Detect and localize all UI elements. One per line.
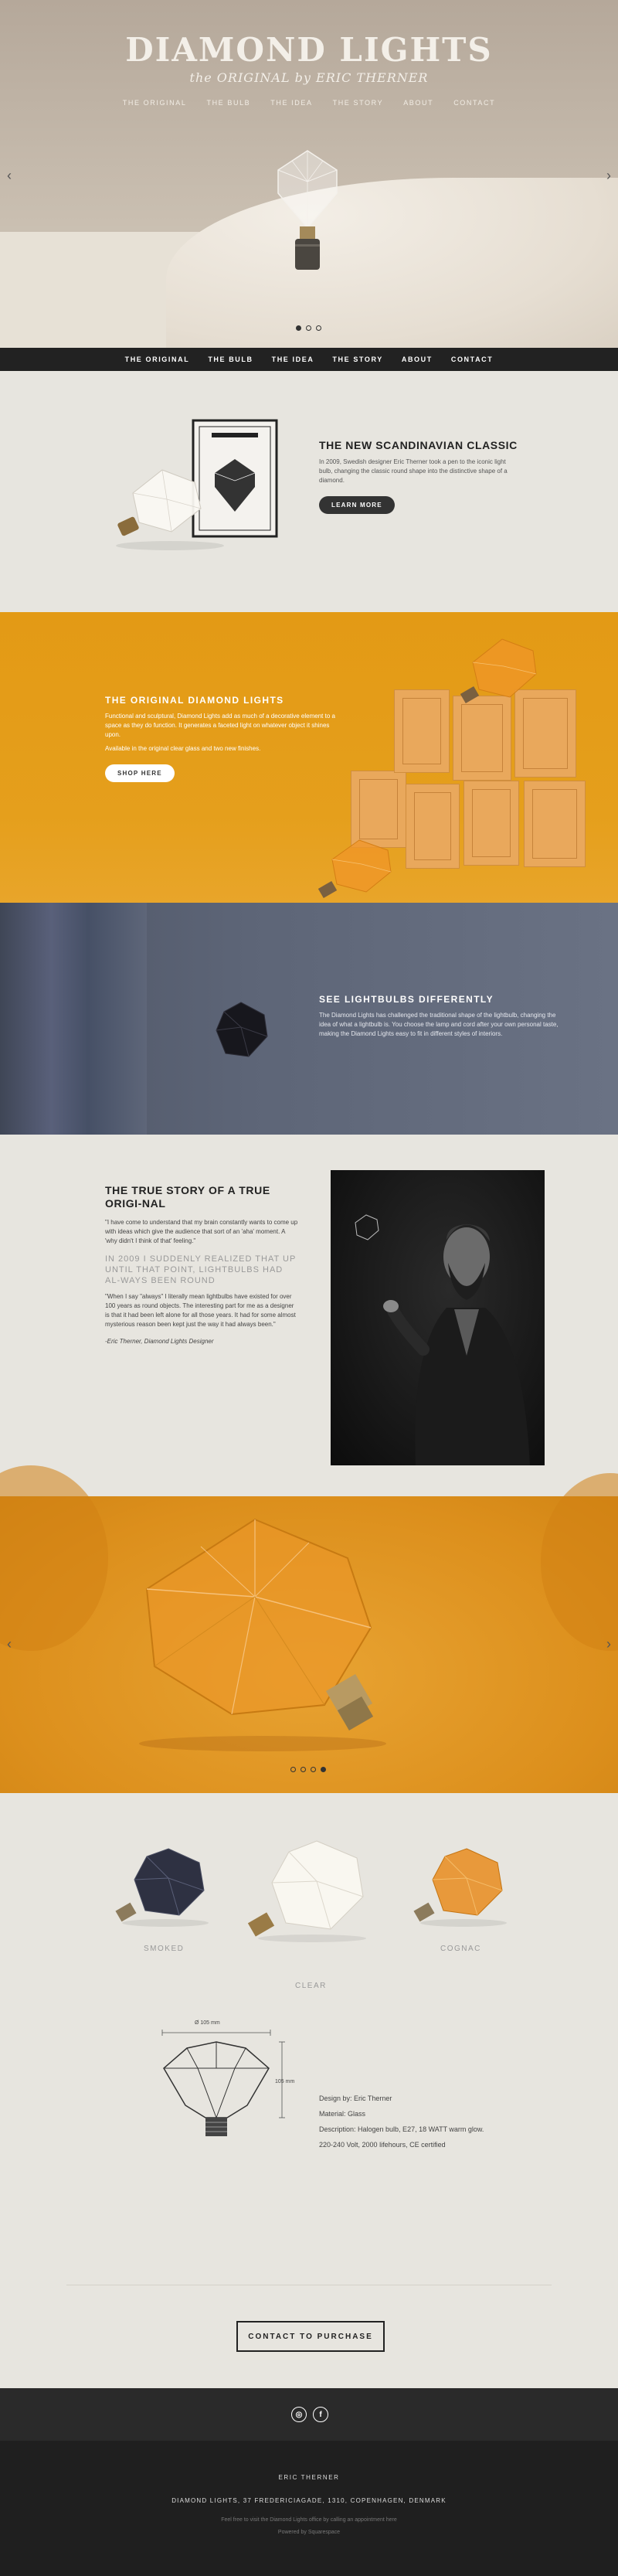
product-box [524, 781, 586, 867]
variant-label-smoked: SMOKED [144, 1945, 185, 1953]
nav-about[interactable]: ABOUT [402, 356, 433, 363]
cognac-bulb-image [139, 1518, 386, 1751]
nav-the-bulb[interactable]: THE BULB [208, 356, 253, 363]
main-nav: THE ORIGINAL THE BULB THE IDEA THE STORY… [0, 348, 618, 371]
spec-description: Description: Halogen bulb, E27, 18 WATT … [319, 2125, 484, 2133]
nav-the-original[interactable]: THE ORIGINAL [125, 356, 190, 363]
brand-title: DIAMOND LIGHTS [125, 31, 493, 69]
clear-variant-image [247, 1840, 366, 1942]
learn-more-button[interactable]: LEARN MORE [319, 496, 395, 514]
brand-subtitle: the ORIGINAL by ERIC THERNER [189, 70, 429, 85]
classic-title: THE NEW SCANDINAVIAN CLASSIC [319, 439, 518, 451]
product-box [394, 689, 450, 773]
hero-nav-contact[interactable]: CONTACT [453, 99, 495, 107]
slider-dot-2[interactable] [301, 1767, 306, 1772]
section-see-differently: SEE LIGHTBULBS DIFFERENTLY The Diamond L… [0, 903, 618, 1135]
curtain [0, 903, 147, 1135]
original-title: THE ORIGINAL DIAMOND LIGHTS [105, 695, 284, 706]
section-cta: CONTACT TO PURCHASE [0, 2265, 618, 2388]
nav-the-idea[interactable]: THE IDEA [272, 356, 314, 363]
classic-text: THE NEW SCANDINAVIAN CLASSIC In 2009, Sw… [319, 439, 520, 514]
dim-height-label: 105 mm [275, 2079, 295, 2084]
story-quote-2: "When I say "always" I literally mean li… [105, 1293, 296, 1328]
see-body: The Diamond Lights has challenged the tr… [319, 1012, 559, 1037]
designer-portrait [355, 1214, 530, 1465]
facebook-icon[interactable]: f [313, 2407, 328, 2422]
spec-material: Material: Glass [319, 2110, 366, 2118]
cognac-variant-image [413, 1848, 507, 1927]
hero-next-arrow[interactable]: › [603, 167, 615, 184]
original-body-2: Available in the original clear glass an… [105, 745, 261, 752]
page: DIAMOND LIGHTS the ORIGINAL by ERIC THER… [0, 0, 618, 2576]
footer-note[interactable]: Feel free to visit the Diamond Lights of… [0, 2517, 618, 2523]
dim-width-label: Ø 105 mm [195, 2020, 220, 2026]
hero-nav-the-idea[interactable]: THE IDEA [270, 99, 312, 107]
hero-bulb-image [277, 150, 338, 270]
hero-nav-the-bulb[interactable]: THE BULB [206, 99, 250, 107]
orange-bulb-image [317, 839, 392, 899]
slider-prev-arrow[interactable]: ‹ [3, 1635, 15, 1652]
see-title: SEE LIGHTBULBS DIFFERENTLY [319, 994, 494, 1005]
slider-dots [290, 1767, 326, 1772]
section-story: THE TRUE STORY OF A TRUE ORIGI-NAL "I ha… [0, 1135, 618, 1496]
footer-powered[interactable]: Powered by Squarespace [0, 2530, 618, 2535]
orange-bulb-image [460, 638, 537, 704]
spec-list: Design by: Eric Therner Material: Glass … [319, 2094, 535, 2156]
spec-designer: Design by: Eric Therner [319, 2094, 392, 2102]
slider-dot-4[interactable] [321, 1767, 326, 1772]
product-box [464, 781, 519, 866]
product-box-image [116, 419, 278, 550]
slider-dot-1[interactable] [290, 1767, 296, 1772]
contact-to-purchase-button[interactable]: CONTACT TO PURCHASE [236, 2321, 385, 2352]
story-quote-1: "I have come to understand that my brain… [105, 1219, 298, 1244]
story-title: THE TRUE STORY OF A TRUE ORIGI-NAL [105, 1184, 270, 1210]
slider-next-arrow[interactable]: › [603, 1635, 615, 1652]
variant-label-clear: CLEAR [295, 1982, 327, 1990]
classic-body: In 2009, Swedish designer Eric Therner t… [319, 458, 508, 484]
footer-name: ERIC THERNER [278, 2474, 340, 2481]
brand-logo[interactable]: DIAMOND LIGHTS the ORIGINAL by ERIC THER… [0, 31, 618, 85]
bulb-technical-drawing [161, 2030, 285, 2136]
slider-dot-3[interactable] [311, 1767, 316, 1772]
section-original: THE ORIGINAL DIAMOND LIGHTS Functional a… [0, 612, 618, 903]
story-highlight: IN 2009 I SUDDENLY REALIZED THAT UP UNTI… [105, 1254, 297, 1285]
original-body: Functional and sculptural, Diamond Light… [105, 713, 335, 738]
smoked-variant-image [115, 1848, 209, 1927]
designer-photo [331, 1170, 545, 1465]
variant-label-cognac: COGNAC [440, 1945, 481, 1953]
hero-nav-the-story[interactable]: THE STORY [333, 99, 384, 107]
hero-dot-3[interactable] [316, 325, 321, 331]
original-text: THE ORIGINAL DIAMOND LIGHTS Functional a… [105, 695, 337, 782]
bulb-slider: ‹ › [0, 1465, 618, 1793]
hero-nav-about[interactable]: ABOUT [403, 99, 433, 107]
hero-slider: DIAMOND LIGHTS the ORIGINAL by ERIC THER… [0, 0, 618, 363]
hero-dots [296, 325, 321, 331]
social-bar: ◎ f [0, 2388, 618, 2441]
footer: ERIC THERNER DIAMOND LIGHTS, 37 FREDERIC… [0, 2441, 618, 2576]
story-text: THE TRUE STORY OF A TRUE ORIGI-NAL "I ha… [105, 1184, 298, 1346]
nav-the-story[interactable]: THE STORY [332, 356, 382, 363]
footer-address: DIAMOND LIGHTS, 37 FREDERICIAGADE, 1310,… [171, 2497, 447, 2504]
spec-power: 220-240 Volt, 2000 lifehours, CE certifi… [319, 2141, 446, 2149]
hero-nav-the-original[interactable]: THE ORIGINAL [123, 99, 187, 107]
instagram-icon[interactable]: ◎ [291, 2407, 307, 2422]
section-classic: THE NEW SCANDINAVIAN CLASSIC In 2009, Sw… [0, 371, 618, 612]
section-variants: SMOKED CLEAR COGNAC [0, 1793, 618, 1994]
product-box [406, 784, 460, 869]
hero-nav: THE ORIGINAL THE BULB THE IDEA THE STORY… [0, 99, 618, 107]
story-signature: -Eric Therner, Diamond Lights Designer [105, 1338, 214, 1345]
smoked-bulb-image [216, 1002, 268, 1057]
nav-contact[interactable]: CONTACT [451, 356, 494, 363]
hero-prev-arrow[interactable]: ‹ [3, 167, 15, 184]
backdrop-curve [541, 1473, 618, 1651]
shop-here-button[interactable]: SHOP HERE [105, 764, 175, 782]
hero-dot-2[interactable] [306, 325, 311, 331]
social-links: ◎ f [291, 2407, 328, 2422]
hero-dot-1[interactable] [296, 325, 301, 331]
see-text: SEE LIGHTBULBS DIFFERENTLY The Diamond L… [319, 994, 559, 1039]
hero-table-surface [166, 178, 618, 363]
section-specs: Ø 105 mm 105 mm Design by: Eric Therner … [0, 1994, 618, 2265]
